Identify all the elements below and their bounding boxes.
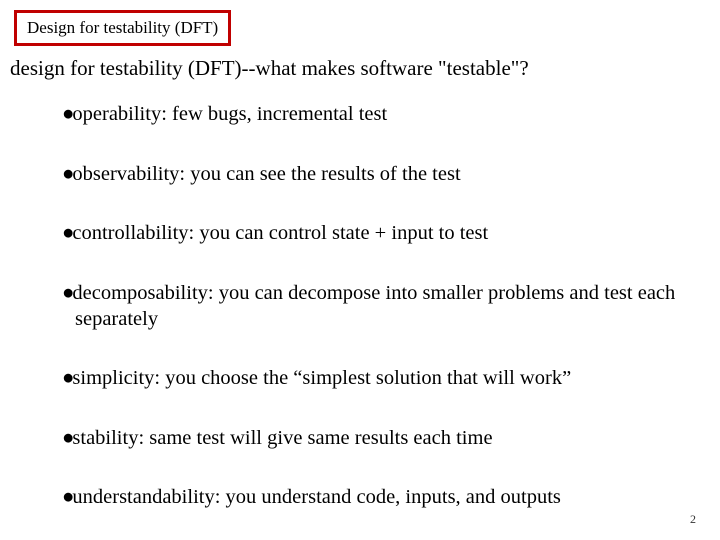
bullet-icon: ●	[62, 282, 72, 304]
bullet-text: simplicity: you choose the “simplest sol…	[72, 367, 571, 389]
bullet-icon: ●	[62, 486, 72, 508]
list-item: ●observability: you can see the results …	[62, 162, 682, 188]
bullet-icon: ●	[62, 163, 72, 185]
list-item: ●simplicity: you choose the “simplest so…	[62, 366, 682, 392]
bullet-text: observability: you can see the results o…	[72, 163, 460, 185]
list-item: ●decomposability: you can decompose into…	[62, 281, 682, 332]
bullet-text: understandability: you understand code, …	[72, 486, 561, 508]
bullet-text: stability: same test will give same resu…	[72, 427, 492, 449]
page-number: 2	[690, 512, 696, 527]
bullet-list: ●operability: few bugs, incremental test…	[62, 102, 682, 511]
title-box: Design for testability (DFT)	[14, 10, 231, 46]
bullet-icon: ●	[62, 427, 72, 449]
bullet-icon: ●	[62, 222, 72, 244]
bullet-text: operability: few bugs, incremental test	[72, 103, 387, 125]
bullet-icon: ●	[62, 103, 72, 125]
subtitle: design for testability (DFT)--what makes…	[10, 56, 529, 81]
title-text: Design for testability (DFT)	[27, 18, 218, 37]
bullet-text: controllability: you can control state +…	[72, 222, 488, 244]
list-item: ●controllability: you can control state …	[62, 221, 682, 247]
bullet-icon: ●	[62, 367, 72, 389]
list-item: ●stability: same test will give same res…	[62, 426, 682, 452]
list-item: ●understandability: you understand code,…	[62, 485, 682, 511]
list-item: ●operability: few bugs, incremental test	[62, 102, 682, 128]
bullet-text: decomposability: you can decompose into …	[72, 282, 675, 330]
